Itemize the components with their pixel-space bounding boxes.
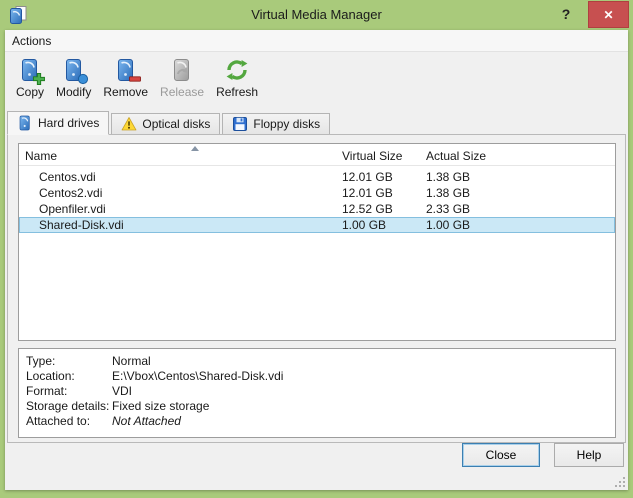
refresh-icon: [224, 57, 250, 84]
column-header-name[interactable]: Name: [25, 144, 57, 166]
cell-name: Openfiler.vdi: [39, 201, 106, 217]
detail-value-storage-details: Fixed size storage: [112, 399, 209, 414]
copy-button[interactable]: Copy: [10, 55, 50, 101]
refresh-label: Refresh: [216, 85, 258, 99]
dialog-client-area: Actions Copy: [5, 30, 628, 490]
table-row-centos[interactable]: Centos.vdi 12.01 GB 1.38 GB: [19, 169, 615, 185]
tab-hard-drives[interactable]: Hard drives: [7, 111, 109, 135]
titlebar[interactable]: Virtual Media Manager ? ✕: [0, 0, 633, 30]
cell-actual-size: 1.00 GB: [426, 217, 470, 233]
table-row-shared-disk[interactable]: Shared-Disk.vdi 1.00 GB 1.00 GB: [19, 217, 615, 233]
copy-label: Copy: [16, 85, 44, 99]
cell-virtual-size: 12.52 GB: [342, 201, 393, 217]
detail-value-attached-to: Not Attached: [112, 414, 181, 429]
detail-label-type: Type:: [26, 354, 112, 369]
hard-disk-icon: [17, 115, 33, 131]
refresh-button[interactable]: Refresh: [210, 55, 264, 101]
release-button[interactable]: Release: [154, 55, 210, 101]
toolbar: Copy Modify: [10, 55, 264, 109]
detail-value-type: Normal: [112, 354, 151, 369]
tab-optical-disks[interactable]: Optical disks: [111, 113, 220, 134]
floppy-icon: [232, 116, 248, 132]
table-row-centos2[interactable]: Centos2.vdi 12.01 GB 1.38 GB: [19, 185, 615, 201]
detail-value-format: VDI: [112, 384, 132, 399]
close-icon: ✕: [603, 9, 613, 21]
modify-label: Modify: [56, 85, 91, 99]
close-window-button[interactable]: ✕: [588, 1, 629, 28]
details-panel: Type: Normal Location: E:\Vbox\Centos\Sh…: [18, 348, 616, 438]
window-title: Virtual Media Manager: [0, 0, 633, 30]
tab-optical-disks-label: Optical disks: [142, 117, 210, 131]
column-header-virtual-size[interactable]: Virtual Size: [342, 144, 402, 166]
resize-grip[interactable]: [612, 474, 626, 488]
help-title-button[interactable]: ?: [551, 0, 581, 28]
detail-label-storage-details: Storage details:: [26, 399, 112, 414]
disk-remove-icon: [113, 57, 139, 84]
column-header-actual-size[interactable]: Actual Size: [426, 144, 486, 166]
cell-actual-size: 1.38 GB: [426, 185, 470, 201]
detail-label-location: Location:: [26, 369, 112, 384]
cell-name: Centos.vdi: [39, 169, 96, 185]
tab-floppy-disks[interactable]: Floppy disks: [222, 113, 330, 134]
tab-hard-drives-label: Hard drives: [38, 116, 99, 130]
cell-virtual-size: 12.01 GB: [342, 169, 393, 185]
disk-modify-icon: [61, 57, 87, 84]
hard-drives-tab-pane: Name Virtual Size Actual Size Centos.vdi…: [7, 134, 626, 443]
remove-label: Remove: [103, 85, 148, 99]
tab-floppy-disks-label: Floppy disks: [253, 117, 320, 131]
menubar: Actions: [5, 30, 628, 52]
table-body: Centos.vdi 12.01 GB 1.38 GB Centos2.vdi …: [19, 169, 615, 233]
modify-button[interactable]: Modify: [50, 55, 97, 101]
menu-actions[interactable]: Actions: [5, 30, 58, 52]
cell-virtual-size: 1.00 GB: [342, 217, 386, 233]
disk-release-icon: [169, 57, 195, 84]
media-type-tabs: Hard drives Optical disks: [7, 110, 332, 134]
table-header: Name Virtual Size Actual Size: [19, 144, 615, 166]
remove-button[interactable]: Remove: [97, 55, 154, 101]
cell-actual-size: 2.33 GB: [426, 201, 470, 217]
cell-name: Centos2.vdi: [39, 185, 102, 201]
detail-value-location: E:\Vbox\Centos\Shared-Disk.vdi: [112, 369, 283, 384]
sort-ascending-icon: [191, 146, 199, 151]
warning-icon: [121, 116, 137, 132]
cell-actual-size: 1.38 GB: [426, 169, 470, 185]
release-label: Release: [160, 85, 204, 99]
disk-add-icon: [17, 57, 43, 84]
table-row-openfiler[interactable]: Openfiler.vdi 12.52 GB 2.33 GB: [19, 201, 615, 217]
cell-virtual-size: 12.01 GB: [342, 185, 393, 201]
detail-label-attached-to: Attached to:: [26, 414, 112, 429]
media-list: Name Virtual Size Actual Size Centos.vdi…: [18, 143, 616, 341]
close-dialog-button[interactable]: Close: [462, 443, 540, 467]
detail-label-format: Format:: [26, 384, 112, 399]
virtual-media-manager-window: Virtual Media Manager ? ✕ Actions: [0, 0, 633, 498]
help-dialog-button[interactable]: Help: [554, 443, 624, 467]
cell-name: Shared-Disk.vdi: [39, 217, 124, 233]
